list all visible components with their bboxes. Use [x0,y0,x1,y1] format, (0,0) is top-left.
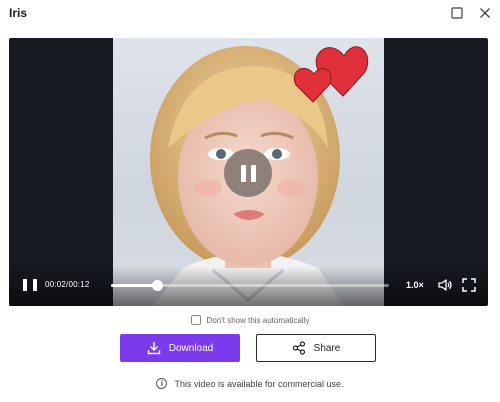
duration: 00:12 [68,280,90,289]
share-label: Share [313,342,341,354]
close-icon [480,8,490,18]
progress-bar[interactable] [111,280,389,291]
progress-handle[interactable] [152,280,164,291]
close-button[interactable] [478,6,492,20]
window-title: Iris [9,6,28,20]
download-label: Download [168,342,214,354]
maximize-button[interactable] [450,6,464,20]
progress-fill [111,284,158,287]
pause-icon [23,279,27,291]
commercial-use-text: This video is available for commercial u… [174,378,344,389]
share-button[interactable]: Share [256,334,376,362]
video-player[interactable]: 00:02/00:12 1.0× [9,38,488,306]
playback-speed-button[interactable]: 1.0× [406,280,424,290]
time-display: 00:02/00:12 [45,280,90,289]
info-icon: i [156,378,168,389]
volume-icon [438,279,452,291]
dont-show-checkbox[interactable] [190,315,201,325]
maximize-icon [451,7,463,19]
pause-button[interactable] [23,279,37,293]
download-icon [147,342,160,355]
commercial-use-note: i This video is available for commercial… [0,378,500,389]
center-pause-button[interactable] [224,149,272,197]
dont-show-label[interactable]: Don't show this automatically [207,316,310,325]
volume-button[interactable] [437,277,453,293]
share-icon [292,341,305,355]
control-bar: 00:02/00:12 1.0× [9,266,488,306]
fullscreen-button[interactable] [461,277,477,293]
current-time: 00:02 [45,280,67,289]
dont-show-row: Don't show this automatically [0,315,500,325]
center-pause-icon [240,164,246,182]
download-button[interactable]: Download [120,334,240,362]
fullscreen-icon [462,278,476,292]
